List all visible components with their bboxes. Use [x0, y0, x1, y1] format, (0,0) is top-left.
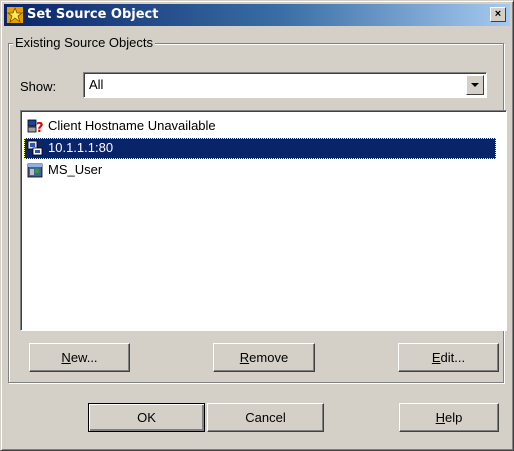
cancel-button[interactable]: Cancel: [207, 403, 324, 432]
ok-label: OK: [137, 410, 156, 425]
unknown-host-icon: ?: [27, 119, 43, 134]
remove-button[interactable]: Remove: [213, 343, 315, 372]
close-icon: ×: [494, 8, 502, 20]
list-item-selected[interactable]: 10.1.1.1:80: [24, 138, 496, 159]
source-objects-list[interactable]: ? Client Hostname Unavailable 10.1.1.1:8…: [20, 110, 507, 331]
help-label: elp: [445, 410, 463, 425]
show-dropdown-value: All: [89, 77, 104, 92]
close-button[interactable]: ×: [490, 7, 506, 22]
edit-button[interactable]: Edit...: [398, 343, 499, 372]
help-button[interactable]: Help: [399, 403, 499, 432]
list-item[interactable]: MS_User: [24, 160, 496, 181]
list-item-label: MS_User: [48, 162, 103, 177]
title-bar[interactable]: Set Source Object ×: [4, 4, 510, 26]
svg-text:?: ?: [36, 121, 43, 134]
list-item[interactable]: ? Client Hostname Unavailable: [24, 116, 496, 137]
remove-mnemonic: R: [239, 350, 250, 365]
new-button[interactable]: New...: [29, 343, 130, 372]
cancel-label: Cancel: [245, 410, 286, 425]
new-label: ew...: [70, 350, 98, 365]
edit-label: dit...: [440, 350, 466, 365]
show-label: Show:: [20, 79, 57, 94]
list-item-label: 10.1.1.1:80: [48, 140, 114, 155]
app-star-icon: [7, 7, 23, 23]
network-address-icon: [27, 140, 43, 156]
chevron-down-icon[interactable]: [466, 75, 484, 95]
edit-mnemonic: E: [431, 350, 441, 365]
set-source-object-dialog: Set Source Object × Existing Source Obje…: [0, 0, 514, 451]
user-directory-icon: [27, 163, 43, 178]
new-mnemonic: N: [61, 350, 71, 365]
help-mnemonic: H: [435, 410, 446, 425]
dialog-title: Set Source Object: [27, 7, 159, 22]
remove-label: emove: [249, 350, 289, 365]
show-dropdown[interactable]: All: [83, 72, 487, 98]
ok-button[interactable]: OK: [88, 403, 205, 432]
group-legend: Existing Source Objects: [13, 35, 156, 51]
list-item-label: Client Hostname Unavailable: [48, 118, 216, 133]
